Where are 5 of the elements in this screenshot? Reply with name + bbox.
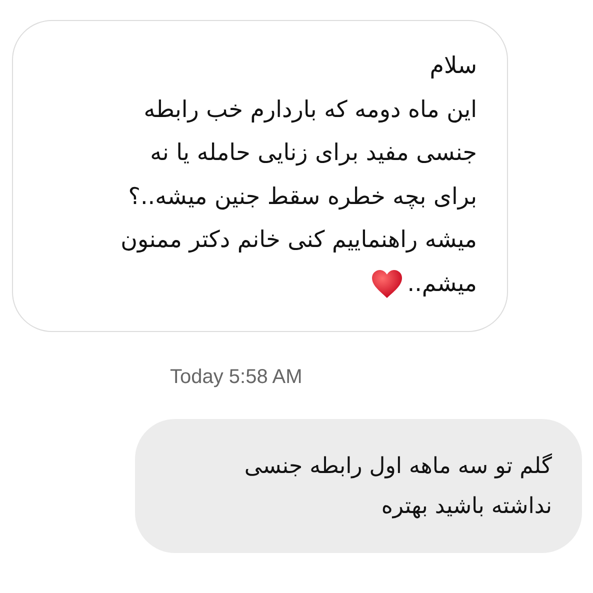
message-text: گلم تو سه ماهه اول رابطه جنسی نداشته باشید بهتره (243, 452, 552, 521)
message-text: سلام این ماه دومه که باردارم خب رابطه جنسی مفید برای زنایی حامله یا نه برای بچه خطره سقط جنین میشه..؟ میشه راهنماییم کنی خانم دکتر ممنون (120, 52, 477, 255)
heart-icon (371, 269, 404, 300)
timestamp: Today 5:58 AM (170, 366, 302, 389)
message-text: میشم.. (407, 270, 477, 298)
